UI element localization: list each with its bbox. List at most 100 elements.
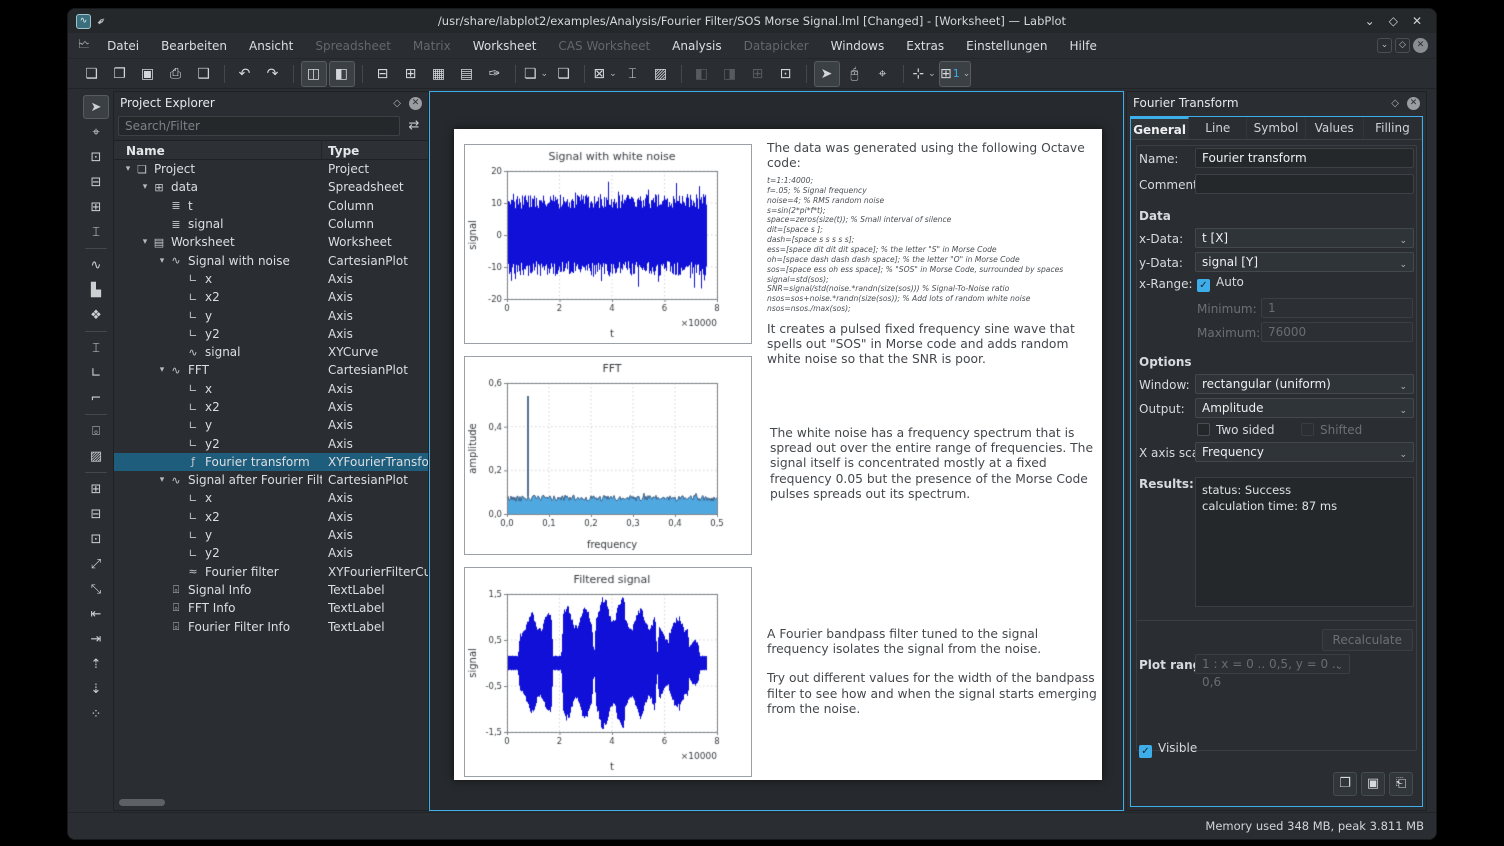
maximize-button[interactable]: ◇ [1389,14,1398,28]
new-spreadsheet-button[interactable]: ⊞⌄ [398,61,424,87]
name-field[interactable]: Fourier transform [1195,148,1414,168]
table-row[interactable]: ▾ ∟ x2 Axis [114,508,428,526]
menu-item[interactable]: CAS Worksheet [547,35,661,57]
zoom-select-mode-button[interactable]: ⌖⌄ [870,61,896,87]
horizontal-scrollbar[interactable] [117,799,425,807]
add-histogram-button[interactable]: ▙ [83,278,109,302]
table-row[interactable]: ▾ ∿ Signal after Fourier Filter Cartesia… [114,471,428,489]
x-data-combobox[interactable]: t [X]⌄ [1195,228,1414,248]
window-combobox[interactable]: rectangular (uniform)⌄ [1195,374,1414,394]
table-row[interactable]: ▾ ❏ Project Project [114,160,428,178]
signal-info-label[interactable]: The data was generated using the followi… [767,141,1103,171]
expander-icon[interactable]: ▾ [139,182,151,192]
new-live-data-button[interactable]: ❏⌄ [551,61,577,87]
table-row[interactable]: ▾ ⌻ Signal Info TextLabel [114,581,428,599]
vertical-layout-button[interactable]: ◧⌄ [689,61,715,87]
table-row[interactable]: ▾ ∟ y Axis [114,416,428,434]
search-input[interactable]: Search/Filter [118,116,400,136]
zoom-preset-button[interactable]: ⊞1⌄ [939,61,971,87]
table-row[interactable]: ▾ ∟ y Axis [114,526,428,544]
cursor-button[interactable]: ⌶ [83,220,109,244]
new-worksheet-button[interactable]: ▤⌄ [454,61,480,87]
menu-item[interactable]: Windows [820,35,896,57]
pin-icon[interactable]: ✒ [94,13,109,29]
menu-item[interactable]: Spreadsheet [304,35,402,57]
zoom-in-button[interactable]: ⊞ [83,477,109,501]
mdi-minimize-icon[interactable]: ⌄ [1377,38,1392,53]
table-row[interactable]: ▾ ∟ y2 Axis [114,325,428,343]
add-axis-horizontal-button[interactable]: ⌐ [83,386,109,410]
table-row[interactable]: ▾ ∟ x Axis [114,380,428,398]
auto-checkbox[interactable]: ✓ [1197,279,1210,292]
zoom-out-button[interactable]: ⊟ [83,502,109,526]
table-row[interactable]: ▾ ∟ x2 Axis [114,398,428,416]
results-textarea[interactable]: status: Success calculation time: 87 ms [1195,477,1414,607]
auto-scale-x-button[interactable]: ⤡ [83,577,109,601]
plot-fft[interactable] [464,356,752,555]
zoom-y-select-button[interactable]: ⊞ [83,195,109,219]
tab[interactable]: Filling [1364,117,1422,139]
save-button[interactable]: ▣⌄ [135,61,161,87]
signal-info-label-tail[interactable]: It creates a pulsed fixed frequency sine… [767,322,1103,368]
toolbar-button[interactable]: ⌄ [584,65,585,83]
table-row[interactable]: ▾ ƒ Fourier transform XYFourierTransform… [114,453,428,471]
plot-signal-noise[interactable] [464,144,752,344]
break-layout-button[interactable]: ⊡⌄ [773,61,799,87]
table-row[interactable]: ▾ ∟ x2 Axis [114,288,428,306]
comment-field[interactable] [1195,174,1414,194]
load-config-button[interactable]: ❐ [1333,772,1357,796]
expander-icon[interactable]: ▾ [139,237,151,247]
tab[interactable]: Values [1306,117,1364,139]
table-row[interactable]: ▾ ≣ t Column [114,197,428,215]
worksheet-tool-button[interactable] [85,414,107,415]
menu-item[interactable]: Matrix [402,35,462,57]
worksheet-tool-button[interactable] [85,472,107,473]
tab[interactable]: General [1131,117,1189,139]
menu-item[interactable]: Extras [895,35,955,57]
table-row[interactable]: ▾ ⊞ data Spreadsheet [114,178,428,196]
text-label-button[interactable]: ⌶⌄ [620,61,646,87]
table-row[interactable]: ▾ ⌻ FFT Info TextLabel [114,599,428,617]
add-image-button[interactable]: ▨⌄ [648,61,674,87]
expander-icon[interactable]: ▾ [156,256,168,266]
new-folder-button[interactable]: ❏⌄ [523,61,549,87]
menu-item[interactable]: Analysis [661,35,732,57]
table-row[interactable]: ▾ ⌻ Fourier Filter Info TextLabel [114,617,428,635]
worksheet-tool-button[interactable] [85,248,107,249]
menu-item[interactable]: Worksheet [462,35,548,57]
float-dock-icon[interactable]: ◇ [393,98,401,109]
crosshair-button[interactable]: ⌖ [83,120,109,144]
mdi-close-icon[interactable]: ✕ [1413,38,1428,53]
fourier-filter-info-label[interactable]: A Fourier bandpass filter tuned to the s… [767,627,1103,717]
table-row[interactable]: ▾ ∟ x Axis [114,489,428,507]
tree-header[interactable]: Name Type [114,140,428,160]
x-axis-scale-combobox[interactable]: Frequency⌄ [1195,442,1414,462]
plot-filtered[interactable] [464,567,752,777]
minimize-button[interactable]: ⌄ [1365,14,1375,28]
new-matrix-button[interactable]: ▦⌄ [426,61,452,87]
table-row[interactable]: ▾ ∟ x Axis [114,270,428,288]
plot-range-combobox[interactable]: 1 : x = 0 .. 0,5, y = 0 .. 0,6⌄ [1195,654,1350,674]
print-button[interactable]: ⎙⌄ [163,61,189,87]
two-sided-checkbox[interactable] [1197,423,1210,436]
expander-icon[interactable]: ▾ [122,164,134,174]
table-row[interactable]: ▾ ∿ signal XYCurve [114,343,428,361]
float-dock-icon[interactable]: ◇ [1391,98,1399,109]
save-config-button[interactable]: ▣ [1361,772,1385,796]
table-row[interactable]: ▾ ∿ Signal with noise CartesianPlot [114,251,428,269]
open-file-button[interactable]: ❐⌄ [107,61,133,87]
toolbar-button[interactable]: ⌄ [681,65,682,83]
menu-item[interactable]: Datapicker [733,35,820,57]
menu-item[interactable]: Bearbeiten [150,35,238,57]
recalculate-button[interactable]: Recalculate [1322,629,1413,651]
table-row[interactable]: ▾ ≣ signal Column [114,215,428,233]
toolbar-button[interactable]: ⌄ [903,65,904,83]
minimum-field[interactable]: 1 [1261,298,1413,318]
close-dock-icon[interactable]: ✕ [409,97,422,110]
table-row[interactable]: ▾ ≈ Fourier filter XYFourierFilterCurve [114,563,428,581]
toolbar-button[interactable]: ⌄ [293,65,294,83]
new-file-button[interactable]: ❏⌄ [79,61,105,87]
new-workbook-button[interactable]: ⊟⌄ [370,61,396,87]
menu-item[interactable]: Ansicht [238,35,304,57]
toolbar-button[interactable]: ⌄ [806,65,807,83]
